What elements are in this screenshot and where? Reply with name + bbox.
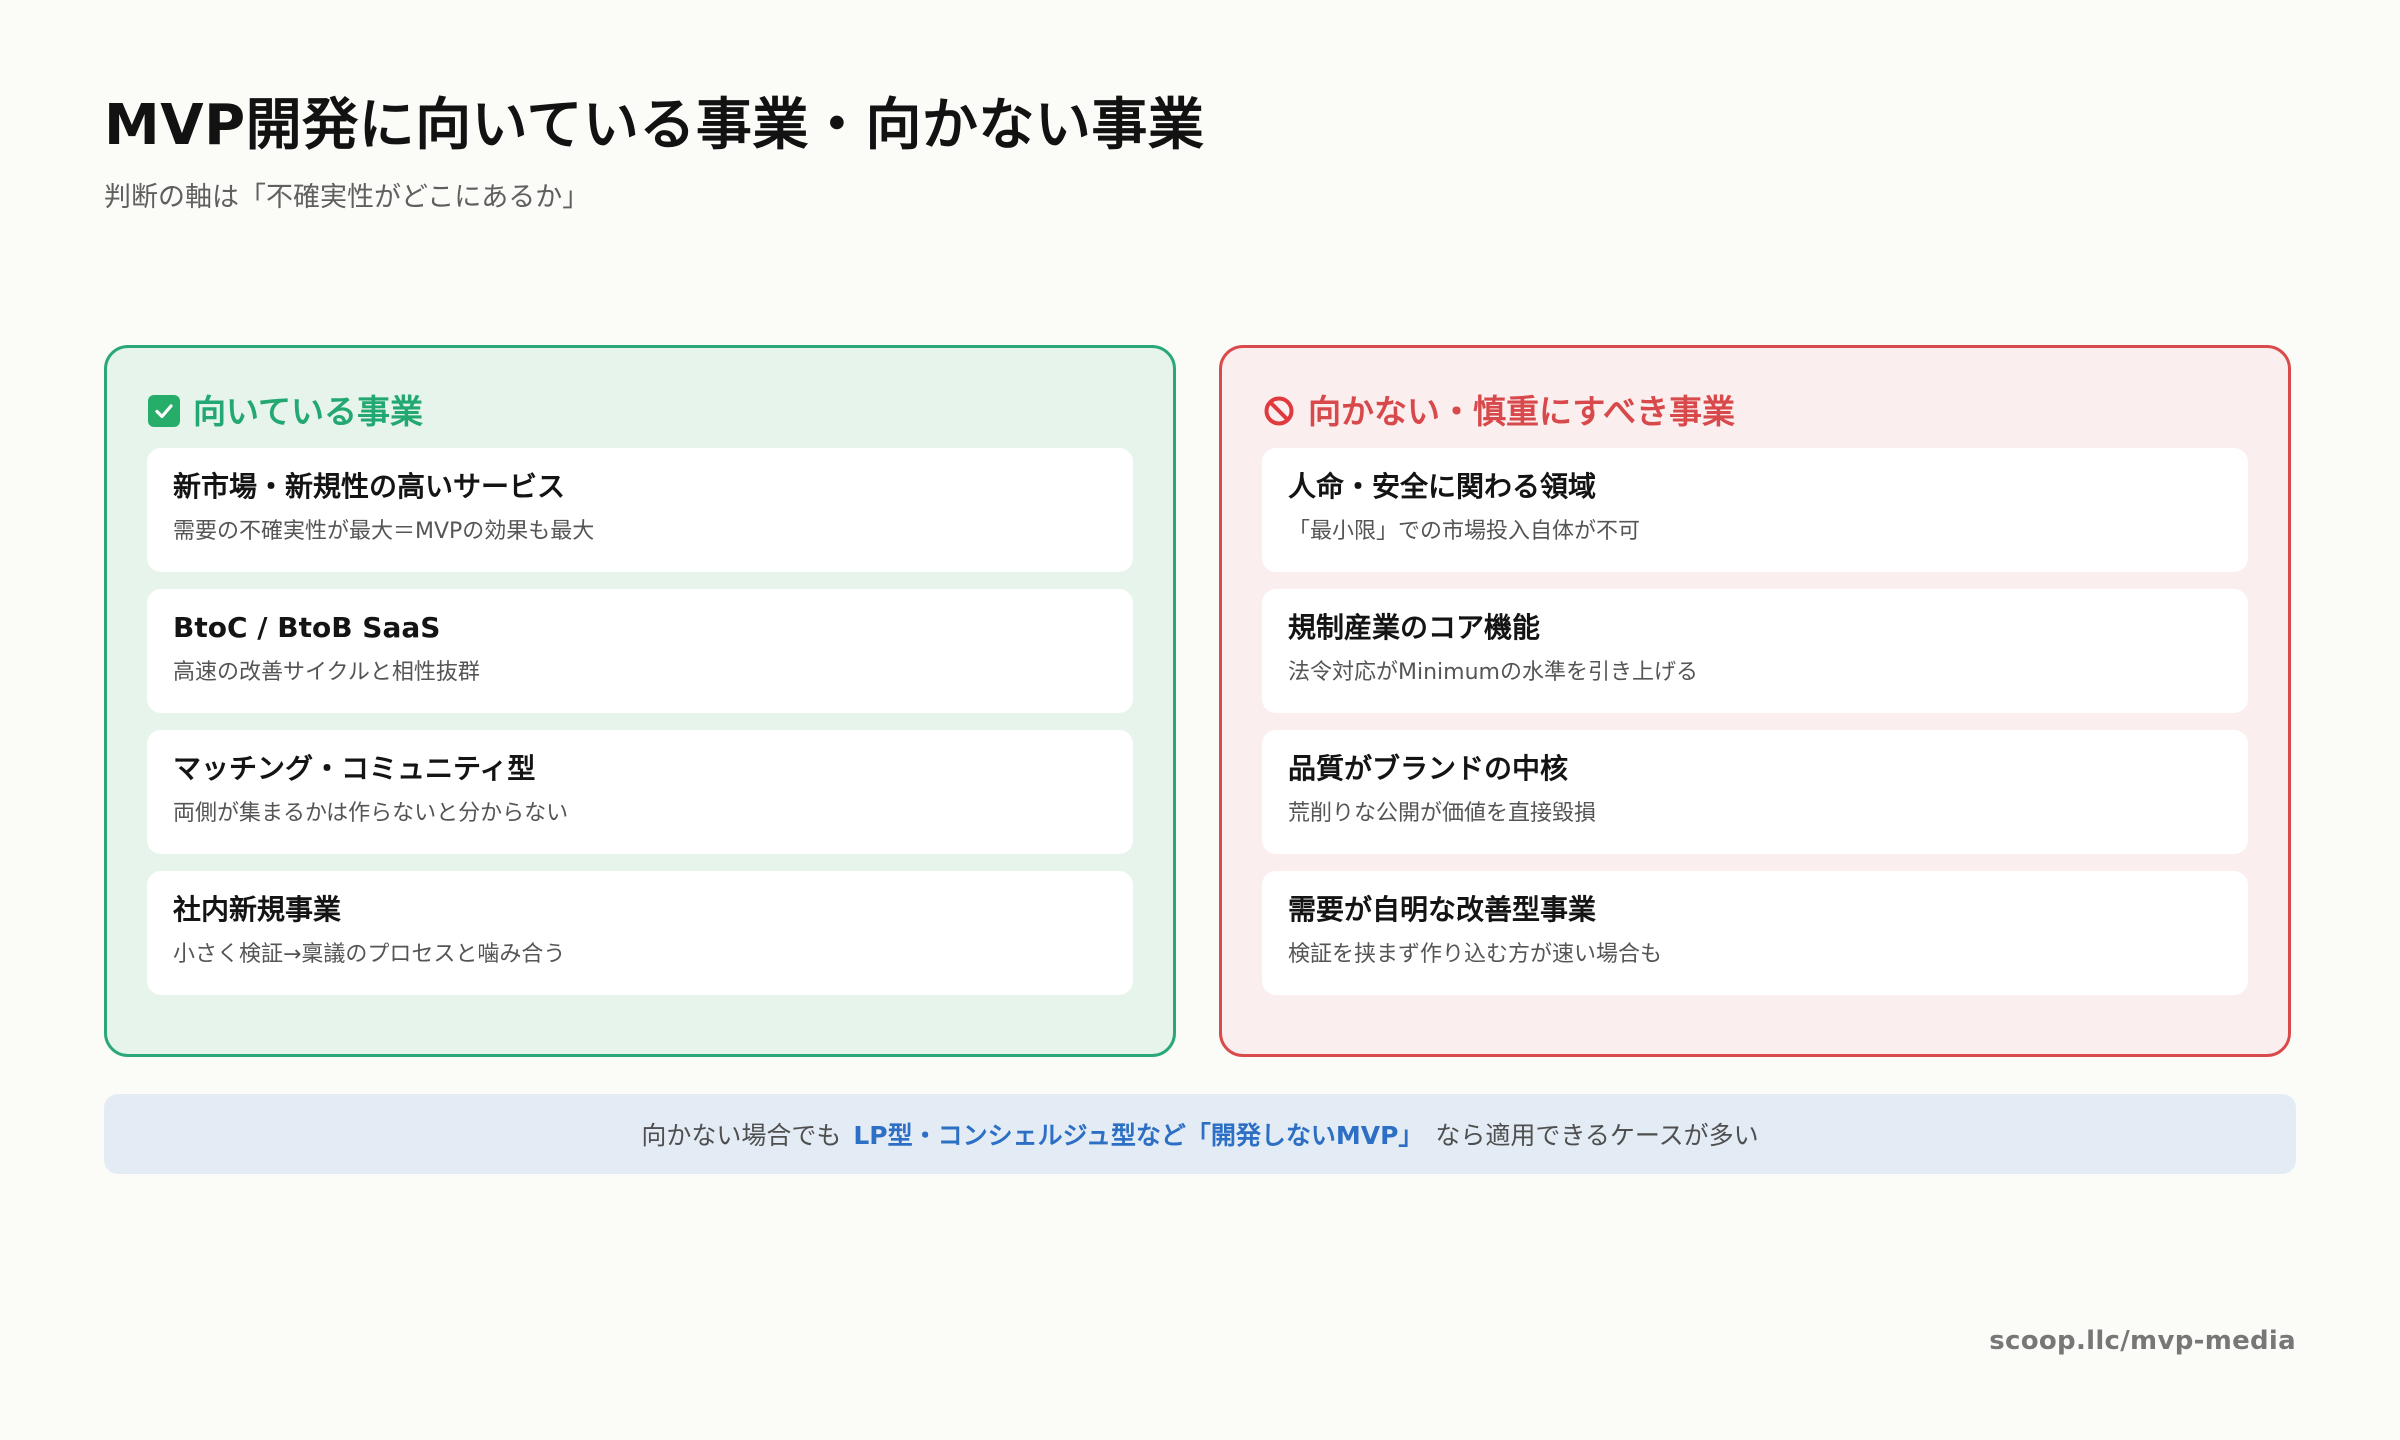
suitable-item: 社内新規事業 小さく検証→稟議のプロセスと噛み合う [147, 871, 1133, 995]
prohibited-icon [1262, 394, 1296, 428]
suitable-item: 新市場・新規性の高いサービス 需要の不確実性が最大＝MVPの効果も最大 [147, 448, 1133, 572]
suitable-panel: 向いている事業 新市場・新規性の高いサービス 需要の不確実性が最大＝MVPの効果… [104, 345, 1176, 1057]
suitable-panel-header: 向いている事業 [147, 388, 1133, 434]
suitable-item-desc: 小さく検証→稟議のプロセスと噛み合う [173, 941, 566, 967]
note-banner: 向かない場合でも LP型・コンシェルジュ型など「開発しないMVP」 なら適用でき… [104, 1094, 2296, 1174]
suitable-item-title: BtoC / BtoB SaaS [173, 611, 441, 644]
note-text-after: なら適用できるケースが多い [1435, 1121, 1759, 1150]
suitable-item: マッチング・コミュニティ型 両側が集まるかは作らないと分からない [147, 730, 1133, 854]
unsuitable-item-title: 規制産業のコア機能 [1288, 611, 1541, 644]
suitable-item-title: 新市場・新規性の高いサービス [173, 470, 566, 503]
unsuitable-item-title: 人命・安全に関わる領域 [1288, 470, 1597, 503]
suitable-item: BtoC / BtoB SaaS 高速の改善サイクルと相性抜群 [147, 589, 1133, 713]
unsuitable-panel-header: 向かない・慎重にすべき事業 [1262, 388, 2248, 434]
unsuitable-panel: 向かない・慎重にすべき事業 人命・安全に関わる領域 「最小限」での市場投入自体が… [1219, 345, 2291, 1057]
suitable-item-desc: 高速の改善サイクルと相性抜群 [173, 659, 480, 685]
suitable-item-title: マッチング・コミュニティ型 [173, 752, 536, 785]
unsuitable-item-desc: 荒削りな公開が価値を直接毀損 [1288, 800, 1597, 826]
note-highlight: LP型・コンシェルジュ型など「開発しないMVP」 [853, 1121, 1424, 1150]
unsuitable-item-desc: 法令対応がMinimumの水準を引き上げる [1288, 659, 1698, 685]
source-url: scoop.llc/mvp-media [1989, 1326, 2296, 1356]
check-mark-icon [147, 394, 181, 428]
unsuitable-list: 人命・安全に関わる領域 「最小限」での市場投入自体が不可 規制産業のコア機能 法… [1262, 448, 2248, 995]
unsuitable-item-desc: 「最小限」での市場投入自体が不可 [1288, 518, 1641, 544]
suitable-item-desc: 需要の不確実性が最大＝MVPの効果も最大 [173, 518, 595, 544]
unsuitable-item: 規制産業のコア機能 法令対応がMinimumの水準を引き上げる [1262, 589, 2248, 713]
note-text-before: 向かない場合でも [641, 1121, 842, 1150]
unsuitable-item: 人命・安全に関わる領域 「最小限」での市場投入自体が不可 [1262, 448, 2248, 572]
page-subtitle: 判断の軸は「不確実性がどこにあるか」 [104, 182, 590, 213]
suitable-item-desc: 両側が集まるかは作らないと分からない [173, 800, 569, 826]
unsuitable-item-title: 需要が自明な改善型事業 [1288, 893, 1597, 926]
page-title: MVP開発に向いている事業・向かない事業 [104, 93, 1205, 158]
unsuitable-heading: 向かない・慎重にすべき事業 [1308, 391, 1736, 431]
unsuitable-item-title: 品質がブランドの中核 [1288, 752, 1569, 785]
unsuitable-item: 品質がブランドの中核 荒削りな公開が価値を直接毀損 [1262, 730, 2248, 854]
suitable-heading: 向いている事業 [193, 391, 424, 431]
unsuitable-item-desc: 検証を挟まず作り込む方が速い場合も [1288, 941, 1663, 967]
unsuitable-item: 需要が自明な改善型事業 検証を挟まず作り込む方が速い場合も [1262, 871, 2248, 995]
suitable-item-title: 社内新規事業 [173, 893, 342, 926]
suitable-list: 新市場・新規性の高いサービス 需要の不確実性が最大＝MVPの効果も最大 BtoC… [147, 448, 1133, 995]
